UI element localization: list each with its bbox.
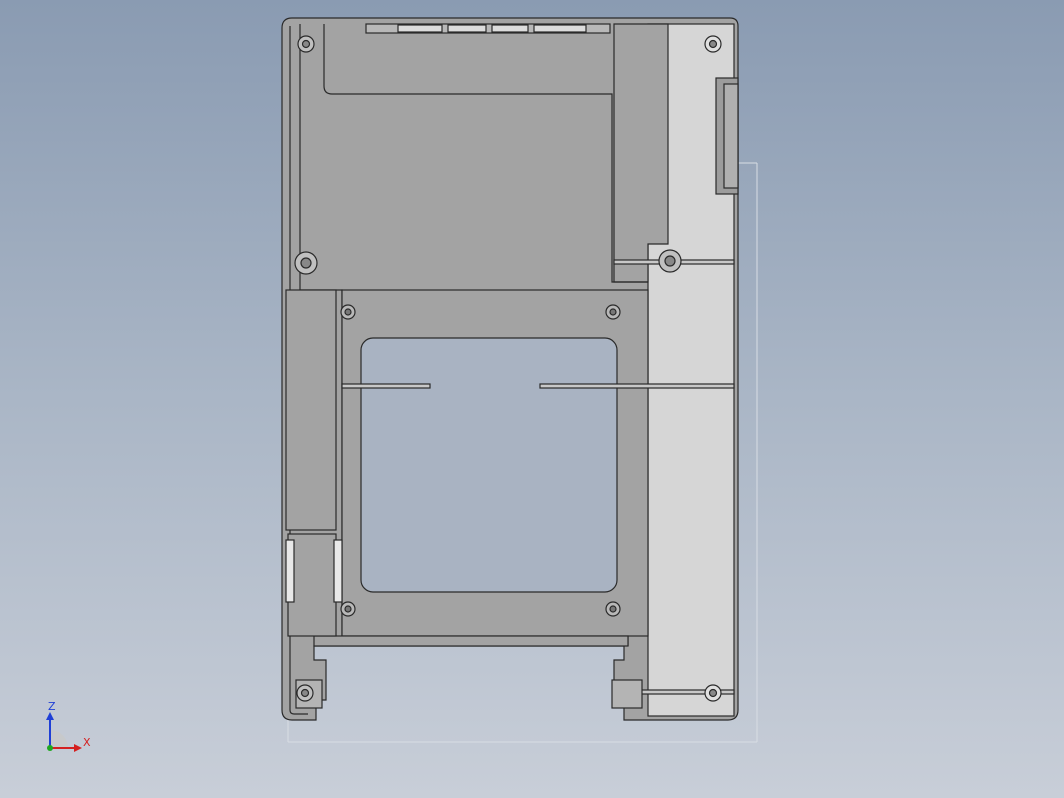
model-viewport[interactable] [0,0,1064,798]
triad-quadrant [50,730,68,748]
upper-right-panel [613,23,669,283]
left-roller-right [333,539,343,603]
boss-plate-bl [340,601,356,617]
rib-right [539,383,735,389]
boss-top-right [704,35,722,53]
boss-plate-tr [605,304,621,320]
boss-bottom-left [296,684,314,702]
x-axis-label: X [83,736,91,749]
boss-top-left [297,35,315,53]
z-axis-head [46,712,54,720]
boss-bottom-right [704,684,722,702]
side-port-inner [723,83,739,189]
boss-mid-left [294,251,318,275]
bottom-channel [313,635,629,647]
boss-mid-right [658,249,682,273]
x-axis-head [74,744,82,752]
orientation-triad[interactable]: Z X [40,698,100,758]
z-axis-label: Z [48,700,56,713]
left-roller [285,539,295,603]
boss-plate-br [605,601,621,617]
connector-slots [397,24,587,33]
left-bay-lower [287,533,337,637]
boss-plate-tl [340,304,356,320]
rib-left [341,383,431,389]
left-bay-upper [285,289,337,531]
window-cutout [360,337,618,593]
y-axis-dot [47,745,53,751]
bottom-tab-right [611,679,643,709]
